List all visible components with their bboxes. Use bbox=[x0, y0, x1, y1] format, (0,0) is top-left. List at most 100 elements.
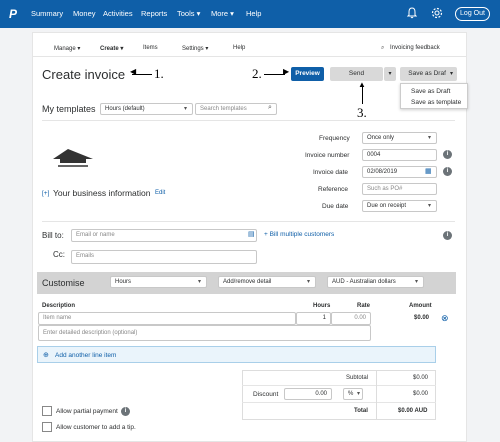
arrow-1-head: ◀ bbox=[130, 67, 137, 76]
nav-activities[interactable]: Activities bbox=[103, 9, 133, 18]
draft-dropdown-chevron-icon[interactable]: ▾ bbox=[446, 67, 457, 81]
subtotal-label: Subtotal bbox=[346, 375, 369, 381]
business-info-label: Your business information bbox=[53, 188, 151, 198]
top-nav: P Summary Money Activities Reports Tools… bbox=[0, 0, 500, 28]
business-info-toggle[interactable]: [+] bbox=[42, 190, 49, 197]
subtotal-value: $0.00 bbox=[413, 375, 429, 381]
totals-divider bbox=[242, 385, 436, 386]
annotation-1: 1. bbox=[154, 66, 164, 81]
customise-label: Customise bbox=[42, 278, 85, 288]
info-icon[interactable]: i bbox=[121, 407, 130, 416]
draft-dropdown-menu: Save as Draft Save as template bbox=[400, 83, 468, 109]
template-chevron-icon: ▾ bbox=[184, 106, 188, 112]
unit-select[interactable]: Hours bbox=[110, 276, 207, 288]
section-divider bbox=[42, 221, 455, 222]
discount-chevron-icon: ▾ bbox=[357, 391, 361, 397]
add-remove-detail-select[interactable]: Add/remove detail bbox=[218, 276, 316, 288]
rate-header: Rate bbox=[357, 303, 371, 309]
info-icon[interactable]: i bbox=[443, 167, 452, 176]
search-icon: ⌕ bbox=[268, 104, 272, 111]
nav-money[interactable]: Money bbox=[73, 9, 96, 18]
send-dropdown-chevron-icon[interactable]: ▾ bbox=[384, 67, 396, 81]
arrow-3-head: ▲ bbox=[358, 80, 366, 89]
contacts-icon[interactable]: ▤ bbox=[248, 230, 255, 238]
arrow-2-head: ▶ bbox=[283, 67, 290, 76]
business-logo bbox=[48, 141, 98, 171]
template-select[interactable]: Hours (default) bbox=[100, 103, 193, 115]
remove-row-icon[interactable]: ⊗ bbox=[441, 313, 449, 324]
total-value: $0.00 AUD bbox=[398, 408, 428, 414]
subnav-items[interactable]: Items bbox=[143, 45, 158, 51]
add-another-line-item-link[interactable]: Add another line item bbox=[55, 352, 116, 359]
totals-divider bbox=[242, 402, 436, 403]
page-title: Create invoice bbox=[42, 67, 126, 82]
bill-multiple-customers-link[interactable]: + Bill multiple customers bbox=[264, 231, 334, 238]
cc-input[interactable]: Emails bbox=[71, 250, 257, 264]
currency-chevron-icon: ▾ bbox=[415, 279, 419, 285]
edit-business-link[interactable]: Edit bbox=[155, 190, 165, 196]
partial-payment-label: Allow partial payment bbox=[56, 408, 118, 415]
description-header: Description bbox=[42, 303, 76, 309]
due-date-label: Due date bbox=[322, 203, 349, 210]
subnav-create[interactable]: Create ▾ bbox=[100, 45, 123, 52]
tip-checkbox[interactable] bbox=[42, 422, 52, 432]
nav-more[interactable]: More ▾ bbox=[211, 9, 234, 18]
totals-column-divider bbox=[376, 370, 377, 420]
partial-payment-checkbox[interactable] bbox=[42, 406, 52, 416]
frequency-chevron-icon: ▾ bbox=[428, 135, 432, 141]
arrow-2 bbox=[264, 74, 285, 75]
invoice-number-label: Invoice number bbox=[305, 152, 350, 159]
templates-divider bbox=[42, 120, 455, 121]
subnav-divider bbox=[32, 56, 467, 57]
send-button[interactable]: Send bbox=[330, 67, 383, 81]
discount-label: Discount bbox=[253, 391, 279, 398]
total-label: Total bbox=[354, 408, 368, 414]
bill-to-input[interactable]: Email or name bbox=[71, 229, 257, 242]
gear-icon[interactable] bbox=[431, 7, 443, 23]
hours-input[interactable]: 1 bbox=[296, 312, 331, 325]
frequency-label: Frequency bbox=[319, 135, 350, 142]
cc-label: Cc: bbox=[53, 250, 65, 259]
my-templates-label: My templates bbox=[42, 104, 96, 114]
preview-button[interactable]: Preview bbox=[291, 67, 324, 81]
subnav-help[interactable]: Help bbox=[233, 45, 245, 51]
paypal-logo[interactable]: P bbox=[9, 7, 19, 21]
annotation-2: 2. bbox=[252, 66, 262, 81]
discount-input[interactable]: 0.00 bbox=[284, 388, 332, 400]
nav-help[interactable]: Help bbox=[246, 9, 261, 18]
currency-select[interactable]: AUD - Australian dollars bbox=[327, 276, 424, 288]
tip-label: Allow customer to add a tip. bbox=[56, 424, 136, 431]
search-templates-input[interactable]: Search templates bbox=[195, 103, 277, 115]
calendar-icon[interactable]: ▦ bbox=[425, 167, 432, 175]
reference-label: Reference bbox=[318, 186, 348, 193]
item-name-input[interactable]: Item name bbox=[38, 312, 296, 325]
search-icon: ⌕ bbox=[381, 45, 385, 51]
subnav-settings[interactable]: Settings ▾ bbox=[182, 45, 208, 52]
add-circle-icon[interactable]: ⊕ bbox=[43, 351, 49, 359]
nav-summary[interactable]: Summary bbox=[31, 9, 63, 18]
info-icon[interactable]: i bbox=[443, 231, 452, 240]
info-icon[interactable]: i bbox=[443, 150, 452, 159]
due-date-chevron-icon: ▾ bbox=[428, 203, 432, 209]
detail-chevron-icon: ▾ bbox=[307, 279, 311, 285]
nav-reports[interactable]: Reports bbox=[141, 9, 167, 18]
invoice-date-label: Invoice date bbox=[313, 169, 349, 176]
discount-amount: $0.00 bbox=[413, 391, 429, 397]
menu-save-as-draft[interactable]: Save as Draft bbox=[401, 86, 467, 97]
rate-input[interactable]: 0.00 bbox=[331, 312, 371, 325]
nav-tools[interactable]: Tools ▾ bbox=[177, 9, 200, 18]
invoice-number-field[interactable]: 0004 bbox=[362, 149, 437, 161]
bill-to-label: Bill to: bbox=[42, 231, 64, 240]
invoicing-feedback-link[interactable]: Invoicing feedback bbox=[390, 45, 440, 51]
hours-header: Hours bbox=[313, 303, 331, 309]
reference-field[interactable]: Such as PO# bbox=[362, 183, 437, 195]
amount-header: Amount bbox=[409, 303, 432, 309]
subnav-manage[interactable]: Manage ▾ bbox=[54, 45, 80, 52]
bell-icon[interactable] bbox=[406, 7, 418, 23]
logout-button[interactable]: Log Out bbox=[455, 7, 490, 21]
menu-save-as-template[interactable]: Save as template bbox=[401, 97, 467, 108]
item-description-input[interactable]: Enter detailed description (optional) bbox=[38, 325, 371, 341]
due-date-select[interactable]: Due on receipt bbox=[362, 200, 437, 212]
frequency-select[interactable]: Once only bbox=[362, 132, 437, 144]
unit-chevron-icon: ▾ bbox=[198, 279, 202, 285]
